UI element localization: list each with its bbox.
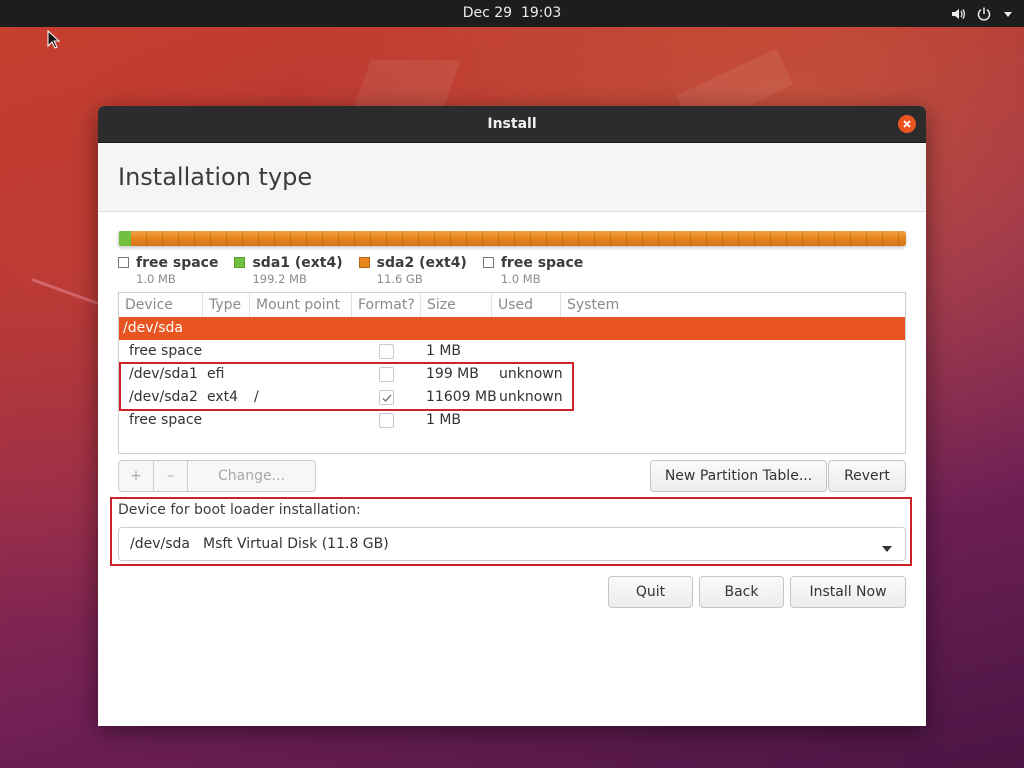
checkmark-icon xyxy=(382,394,392,403)
remove-partition-button[interactable]: – xyxy=(154,460,188,492)
clock[interactable]: Dec 29 19:03 xyxy=(0,0,1024,27)
legend-name: sda2 (ext4) xyxy=(376,255,467,271)
clock-time: 19:03 xyxy=(520,5,562,21)
page-header: Installation type xyxy=(98,143,926,212)
column-header-mount[interactable]: Mount point xyxy=(250,293,352,317)
cell-type: ext4 xyxy=(207,389,239,405)
wallpaper-shard xyxy=(31,278,99,305)
legend-size: 199.2 MB xyxy=(252,272,307,286)
install-now-button[interactable]: Install Now xyxy=(790,576,906,608)
close-icon xyxy=(903,120,911,128)
cell-device: /dev/sda xyxy=(123,320,183,336)
system-tray[interactable] xyxy=(950,0,1014,27)
install-window: Install Installation type free space 1.0… xyxy=(98,106,926,726)
clock-date: Dec 29 xyxy=(462,5,513,21)
table-row[interactable]: /dev/sda1 efi 199 MB unknown xyxy=(119,363,905,386)
column-header-used[interactable]: Used xyxy=(492,293,561,317)
legend-item: free space 1.0 MB xyxy=(118,254,218,286)
column-header-size[interactable]: Size xyxy=(421,293,492,317)
cell-device: /dev/sda2 xyxy=(129,389,198,405)
format-checkbox[interactable] xyxy=(379,413,394,428)
format-checkbox[interactable] xyxy=(379,390,394,405)
cell-size: 11609 MB xyxy=(426,389,497,405)
cell-device: free space xyxy=(129,412,203,428)
legend-swatch xyxy=(482,257,494,268)
table-row[interactable]: /dev/sda2 ext4 / 11609 MB unknown xyxy=(119,386,905,409)
legend-size: 11.6 GB xyxy=(376,272,423,286)
legend-item: sda2 (ext4) 11.6 GB xyxy=(358,254,467,286)
change-partition-button[interactable]: Change... xyxy=(188,460,316,492)
column-header-type[interactable]: Type xyxy=(203,293,250,317)
partition-table[interactable]: Device Type Mount point Format? Size Use… xyxy=(118,292,906,454)
window-title: Install xyxy=(487,116,537,132)
dropdown-arrow-icon xyxy=(881,541,893,557)
table-row[interactable]: free space 1 MB xyxy=(119,340,905,363)
volume-icon[interactable] xyxy=(950,6,966,22)
quit-button[interactable]: Quit xyxy=(608,576,693,608)
boot-loader-label: Device for boot loader installation: xyxy=(118,502,361,518)
legend-size: 1.0 MB xyxy=(136,272,176,286)
format-checkbox[interactable] xyxy=(379,344,394,359)
legend-swatch xyxy=(118,257,129,268)
partition-toolbar: + – Change... xyxy=(118,460,316,492)
partition-bar-sda1 xyxy=(119,231,131,246)
close-button[interactable] xyxy=(898,115,916,133)
cell-used: unknown xyxy=(499,389,563,405)
top-bar: Dec 29 19:03 xyxy=(0,0,1024,27)
legend-size: 1.0 MB xyxy=(500,272,541,286)
new-partition-table-button[interactable]: New Partition Table... xyxy=(650,460,827,492)
format-checkbox[interactable] xyxy=(379,367,394,382)
cell-size: 199 MB xyxy=(426,366,479,382)
window-titlebar[interactable]: Install xyxy=(98,106,926,143)
legend-item: free space 1.0 MB xyxy=(482,254,584,286)
boot-device-description: Msft Virtual Disk (11.8 GB) xyxy=(203,536,389,552)
cell-size: 1 MB xyxy=(426,343,462,359)
cell-mount: / xyxy=(254,389,259,405)
column-header-format[interactable]: Format? xyxy=(352,293,421,317)
partition-legend: free space 1.0 MB sda1 (ext4) 199.2 MB s… xyxy=(118,254,599,286)
back-button[interactable]: Back xyxy=(699,576,784,608)
legend-name: free space xyxy=(136,255,219,271)
column-header-system[interactable]: System xyxy=(561,293,905,317)
boot-loader-dropdown[interactable]: /dev/sda Msft Virtual Disk (11.8 GB) xyxy=(118,527,906,561)
legend-name: sda1 (ext4) xyxy=(252,255,343,271)
chevron-down-icon[interactable] xyxy=(1002,8,1014,20)
table-row[interactable]: /dev/sda xyxy=(119,317,905,340)
revert-button[interactable]: Revert xyxy=(828,460,906,492)
legend-swatch xyxy=(234,257,246,268)
mouse-cursor-icon xyxy=(47,29,61,54)
legend-name: free space xyxy=(500,255,584,271)
partition-bar-sda2 xyxy=(131,231,906,246)
cell-used: unknown xyxy=(499,366,563,382)
table-row[interactable]: free space 1 MB xyxy=(119,409,905,432)
add-partition-button[interactable]: + xyxy=(118,460,154,492)
cell-device: free space xyxy=(129,343,203,359)
cell-device: /dev/sda1 xyxy=(129,366,198,382)
page-title: Installation type xyxy=(118,163,313,191)
cell-size: 1 MB xyxy=(426,412,462,428)
partition-bar xyxy=(118,231,906,246)
table-header: Device Type Mount point Format? Size Use… xyxy=(119,293,905,317)
legend-swatch xyxy=(358,257,370,268)
boot-device: /dev/sda xyxy=(130,536,190,552)
power-icon[interactable] xyxy=(976,6,992,22)
legend-item: sda1 (ext4) 199.2 MB xyxy=(234,254,343,286)
cell-type: efi xyxy=(207,366,225,382)
column-header-device[interactable]: Device xyxy=(119,293,203,317)
